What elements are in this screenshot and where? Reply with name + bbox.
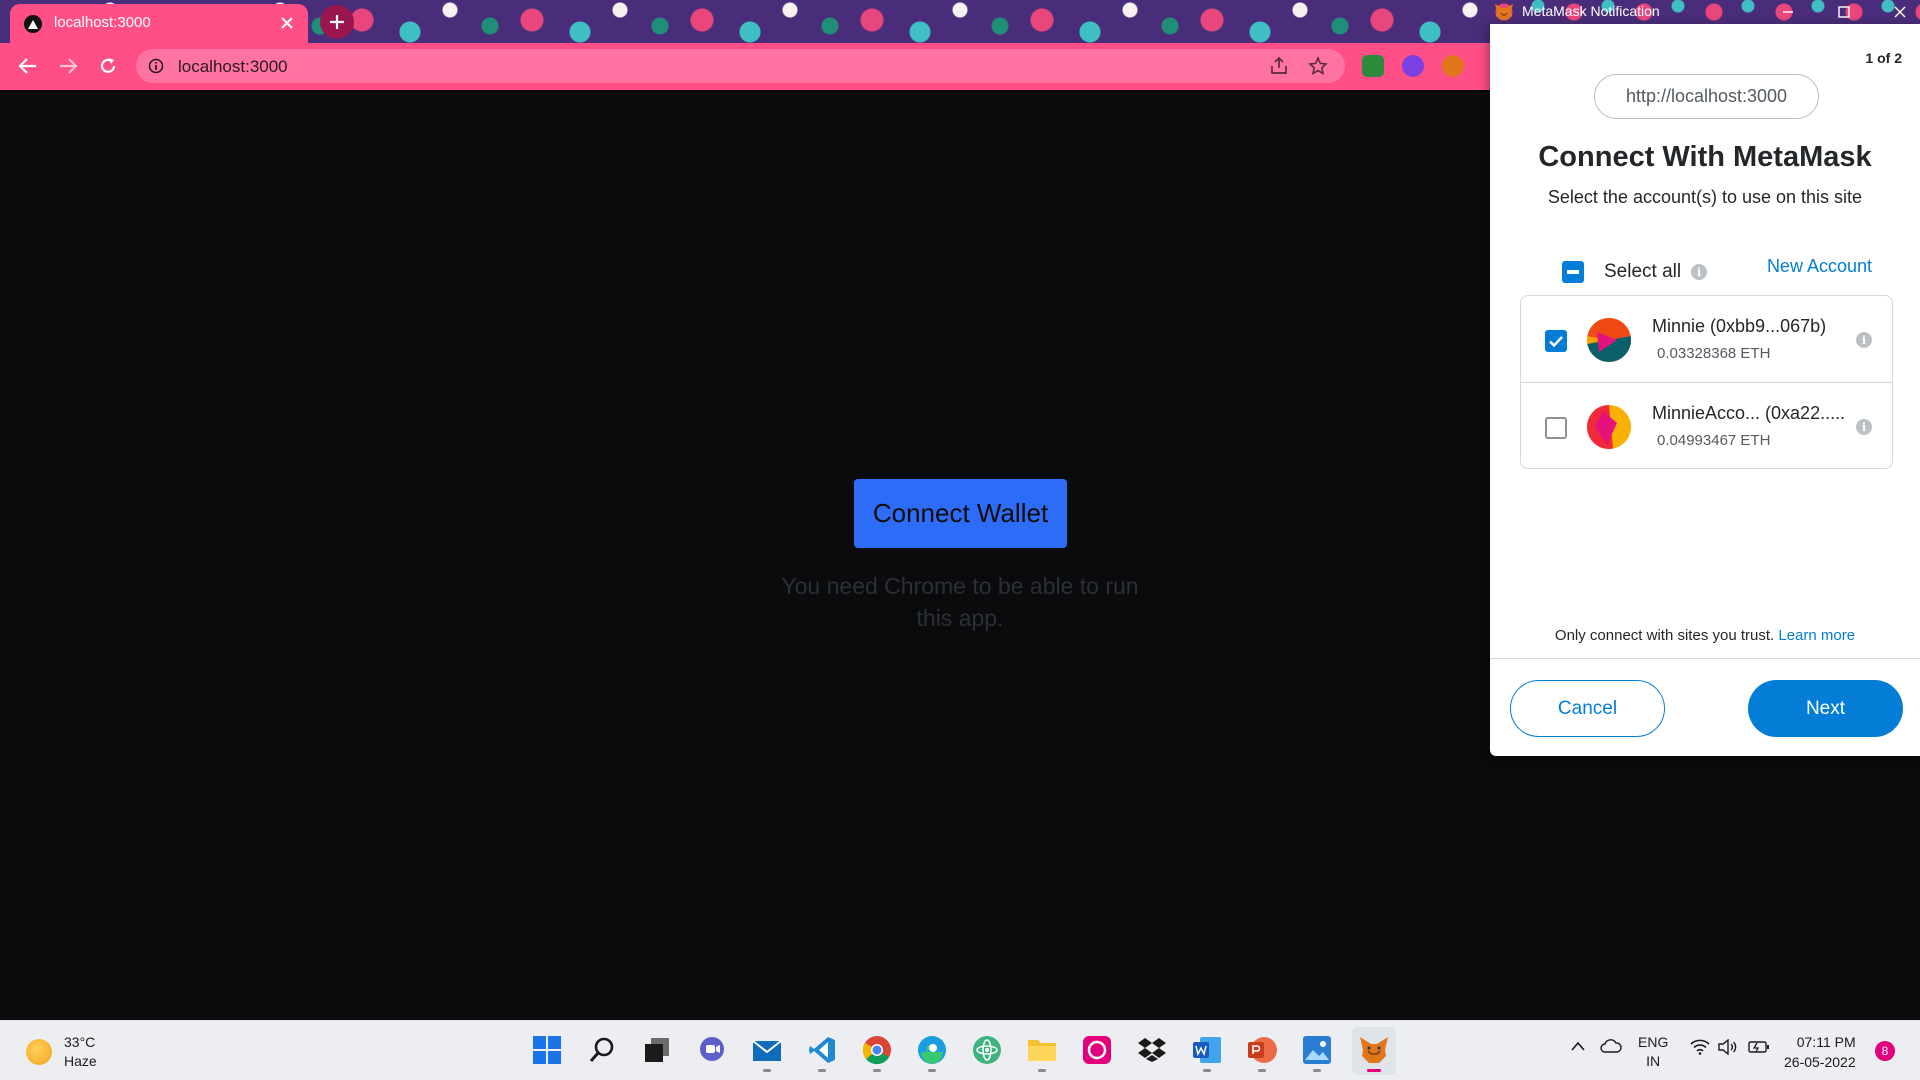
bookmark-star-icon[interactable]: [1308, 56, 1328, 76]
chevron-up-icon[interactable]: [1570, 1039, 1586, 1053]
windows-taskbar: 33°C Haze ENG IN 07:11 PM 26-05-2022 8: [0, 1020, 1920, 1080]
account-avatar: [1587, 318, 1631, 362]
address-bar[interactable]: localhost:3000: [136, 49, 1345, 83]
cancel-button[interactable]: Cancel: [1510, 680, 1665, 737]
url-text: localhost:3000: [178, 57, 288, 76]
windows-start-icon[interactable]: [532, 1035, 562, 1065]
reload-button[interactable]: [94, 52, 122, 80]
arrow-left-icon: [19, 58, 36, 74]
language-indicator[interactable]: ENG IN: [1638, 1033, 1668, 1071]
chrome-icon[interactable]: [862, 1035, 892, 1072]
page-count: 1 of 2: [1865, 50, 1902, 66]
new-account-link[interactable]: New Account: [1767, 256, 1872, 277]
battery-icon[interactable]: [1748, 1039, 1770, 1055]
connect-wallet-button[interactable]: Connect Wallet: [854, 479, 1067, 548]
clock-time: 07:11 PM: [1796, 1034, 1856, 1050]
powerpoint-icon[interactable]: [1247, 1035, 1277, 1072]
account-list: Minnie (0xbb9...067b) 0.03328368 ETH i M…: [1520, 295, 1893, 469]
minus-icon: [1567, 270, 1579, 274]
divider: [1490, 658, 1920, 659]
html-extension-icon[interactable]: [1362, 55, 1384, 77]
browser-tab-strip: localhost:3000: [0, 0, 1490, 43]
system-clock[interactable]: 07:11 PM 26-05-2022: [1784, 1032, 1856, 1072]
app-icon[interactable]: [1082, 1035, 1112, 1065]
language-code: ENG: [1638, 1034, 1669, 1050]
dropbox-icon[interactable]: [1137, 1035, 1167, 1065]
chrome-required-message: You need Chrome to be able to run this a…: [781, 573, 1139, 631]
wifi-icon[interactable]: [1690, 1039, 1710, 1055]
metamask-extension-icon[interactable]: [1442, 55, 1464, 77]
select-all-label: Select all: [1604, 261, 1682, 282]
weather-sun-icon: [26, 1039, 52, 1065]
task-view-icon[interactable]: [642, 1035, 672, 1065]
photos-icon[interactable]: [1302, 1035, 1332, 1072]
weather-description: Haze: [64, 1053, 97, 1069]
clock-date: 26-05-2022: [1784, 1054, 1856, 1070]
onedrive-icon[interactable]: [1600, 1039, 1622, 1053]
metamask-window-title: MetaMask Notification: [1522, 3, 1660, 19]
browser-tab[interactable]: localhost:3000: [10, 4, 308, 43]
account-info-icon[interactable]: i: [1856, 332, 1872, 348]
account-checkbox[interactable]: [1545, 417, 1567, 439]
arrow-right-icon: [60, 58, 77, 74]
checkmark-icon: [1549, 335, 1563, 347]
extension-icon[interactable]: [1402, 55, 1424, 77]
forward-button[interactable]: [54, 52, 82, 80]
account-name: Minnie (0xbb9...067b): [1652, 316, 1827, 336]
account-row[interactable]: MinnieAcco... (0xa22..... 0.04993467 ETH…: [1521, 383, 1892, 468]
site-origin: http://localhost:3000: [1594, 74, 1819, 119]
select-all-row: Select all i: [1562, 261, 1708, 283]
plus-icon: [330, 15, 344, 29]
chat-icon[interactable]: [697, 1035, 727, 1065]
weather-temperature: 33°C: [64, 1034, 96, 1050]
tab-title: localhost:3000: [54, 14, 151, 31]
account-info-icon[interactable]: i: [1856, 419, 1872, 435]
atom-icon[interactable]: [972, 1035, 1002, 1065]
app-page: Connect Wallet You need Chrome to be abl…: [0, 90, 1490, 1020]
site-info-icon[interactable]: [148, 58, 164, 74]
account-checkbox[interactable]: [1545, 330, 1567, 352]
minimize-icon[interactable]: [1778, 2, 1798, 22]
next-button[interactable]: Next: [1748, 680, 1903, 737]
weather-widget[interactable]: 33°C Haze: [26, 1033, 97, 1071]
dialog-title: Connect With MetaMask: [1538, 141, 1872, 173]
metamask-connect-dialog: 1 of 2 http://localhost:3000 Connect Wit…: [1490, 24, 1920, 756]
window-close-icon[interactable]: [1890, 2, 1910, 22]
back-button[interactable]: [14, 52, 42, 80]
metamask-fox-icon: [1494, 3, 1514, 21]
word-icon[interactable]: [1192, 1035, 1222, 1072]
account-row[interactable]: Minnie (0xbb9...067b) 0.03328368 ETH i: [1521, 296, 1892, 383]
learn-more-link[interactable]: Learn more: [1778, 627, 1855, 644]
trust-text: Only connect with sites you trust.: [1554, 627, 1775, 644]
info-icon[interactable]: i: [1691, 264, 1708, 280]
metamask-window-titlebar: MetaMask Notification: [1490, 0, 1920, 24]
new-tab-button[interactable]: [320, 5, 354, 39]
region-code: IN: [1646, 1053, 1661, 1069]
account-avatar: [1587, 405, 1631, 449]
metamask-icon[interactable]: [1359, 1035, 1389, 1072]
tab-close-icon[interactable]: [276, 12, 298, 34]
tab-favicon-icon: [24, 15, 42, 33]
vscode-icon[interactable]: [807, 1035, 837, 1072]
reload-icon: [100, 58, 116, 73]
edge-icon[interactable]: [917, 1035, 947, 1072]
browser-toolbar: localhost:3000: [0, 43, 1490, 90]
trust-notice: Only connect with sites you trust. Learn…: [1490, 627, 1920, 644]
notification-badge[interactable]: 8: [1875, 1041, 1895, 1061]
dialog-subtitle: Select the account(s) to use on this sit…: [1547, 187, 1863, 207]
share-icon[interactable]: [1269, 56, 1289, 76]
account-balance: 0.04993467 ETH: [1657, 432, 1771, 449]
volume-icon[interactable]: [1718, 1039, 1738, 1055]
search-icon[interactable]: [587, 1035, 617, 1065]
mail-icon[interactable]: [752, 1035, 782, 1072]
select-all-checkbox[interactable]: [1562, 261, 1584, 283]
account-name: MinnieAcco... (0xa22.....: [1652, 403, 1846, 423]
maximize-icon[interactable]: [1834, 2, 1854, 22]
file-explorer-icon[interactable]: [1027, 1035, 1057, 1072]
account-balance: 0.03328368 ETH: [1657, 345, 1771, 362]
